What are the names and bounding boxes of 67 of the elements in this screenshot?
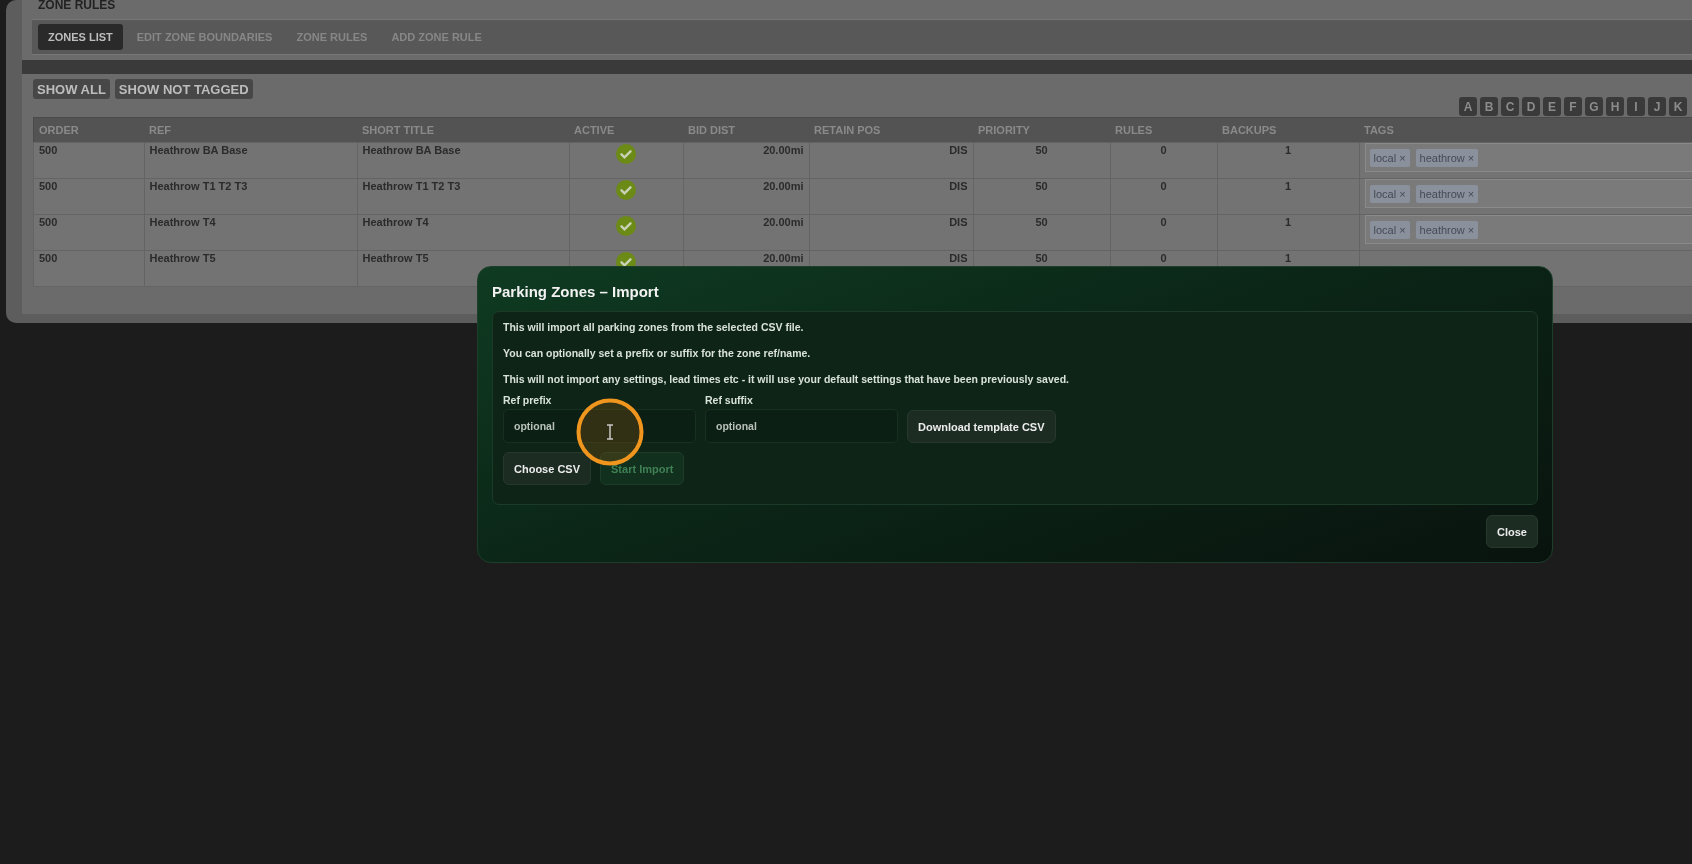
- table-cell: 20.00mi: [683, 214, 809, 251]
- letter-filter-button[interactable]: A: [1459, 97, 1477, 116]
- tag-remove-button[interactable]: ×: [1467, 223, 1475, 236]
- table-cell: 50: [973, 142, 1110, 179]
- table-cell: 20.00mi: [683, 142, 809, 179]
- filter-button[interactable]: SHOW ALL: [33, 79, 110, 99]
- letter-filter-button[interactable]: I: [1627, 97, 1645, 116]
- table-cell: Heathrow T1 T2 T3: [144, 178, 357, 215]
- table-cell: DIS: [809, 178, 973, 215]
- table-cell: 500: [33, 250, 144, 287]
- table-cell: 0: [1110, 214, 1217, 251]
- tag-remove-button[interactable]: ×: [1467, 151, 1475, 164]
- tag-remove-button[interactable]: ×: [1399, 187, 1406, 200]
- table-cell: Heathrow T5: [144, 250, 357, 287]
- table-cell: 1: [1217, 214, 1359, 251]
- input-field[interactable]: optional: [705, 409, 898, 443]
- letter-filter-button[interactable]: F: [1564, 97, 1582, 116]
- letter-filter-button[interactable]: E: [1543, 97, 1561, 116]
- tag-label: heathrow: [1419, 151, 1465, 164]
- table-cell: DIS: [809, 214, 973, 251]
- table-cell: Heathrow T1 T2 T3: [357, 178, 569, 215]
- field-label: Ref suffix: [705, 394, 754, 406]
- tag-label: local: [1373, 223, 1397, 236]
- tag-label: local: [1373, 151, 1397, 164]
- tags-field[interactable]: local × heathrow ×: [1364, 143, 1692, 172]
- table-cell: Heathrow BA Base: [357, 142, 569, 179]
- field-label: Ref prefix: [503, 394, 553, 406]
- table-cell: 50: [973, 178, 1110, 215]
- table-cell: 500: [33, 178, 144, 215]
- tag-label: heathrow: [1419, 223, 1465, 236]
- tag-remove-button[interactable]: ×: [1399, 151, 1406, 164]
- tag-remove-button[interactable]: ×: [1399, 223, 1406, 236]
- download-template-button[interactable]: Download template CSV: [907, 410, 1056, 443]
- info-text: This will not import any settings, lead times etc - it will use your default settings that have been previously saved.: [503, 373, 1070, 385]
- table-cell: 0: [1110, 178, 1217, 215]
- tag-label: local: [1373, 187, 1397, 200]
- letter-filter-button[interactable]: C: [1501, 97, 1519, 116]
- letter-filter-button[interactable]: K: [1669, 97, 1687, 116]
- table-cell: 1: [1217, 178, 1359, 215]
- close-button[interactable]: Close: [1486, 515, 1538, 548]
- table-cell: 0: [1110, 142, 1217, 179]
- table-cell: Heathrow BA Base: [144, 142, 357, 179]
- table-cell: Heathrow T4: [357, 214, 569, 251]
- tag-label: heathrow: [1419, 187, 1465, 200]
- tab[interactable]: ZONES LIST: [38, 24, 123, 50]
- table-cell: 50: [973, 214, 1110, 251]
- input-field[interactable]: optional: [503, 409, 696, 443]
- page-title: ZONE RULES: [37, 0, 117, 14]
- info-text: You can optionally set a prefix or suffix for the zone ref/name.: [503, 347, 812, 359]
- letter-filter-button[interactable]: J: [1648, 97, 1666, 116]
- table-cell: 500: [33, 214, 144, 251]
- table-cell: DIS: [809, 142, 973, 179]
- tags-field[interactable]: local × heathrow ×: [1364, 215, 1692, 244]
- info-text: This will import all parking zones from the selected CSV file.: [503, 321, 805, 333]
- letter-filter-button[interactable]: G: [1585, 97, 1603, 116]
- table-cell: Heathrow T4: [144, 214, 357, 251]
- table-cell: 1: [1217, 142, 1359, 179]
- tags-field[interactable]: local × heathrow ×: [1364, 179, 1692, 208]
- filter-button[interactable]: SHOW NOT TAGGED: [114, 79, 253, 99]
- letter-filter-button[interactable]: B: [1480, 97, 1498, 116]
- table-cell: 500: [33, 142, 144, 179]
- letter-filter-button[interactable]: H: [1606, 97, 1624, 116]
- table-cell: 20.00mi: [683, 178, 809, 215]
- cursor-highlight-icon: [576, 398, 644, 466]
- action-button[interactable]: Choose CSV: [503, 452, 591, 485]
- letter-filter-button[interactable]: D: [1522, 97, 1540, 116]
- tag-remove-button[interactable]: ×: [1467, 187, 1475, 200]
